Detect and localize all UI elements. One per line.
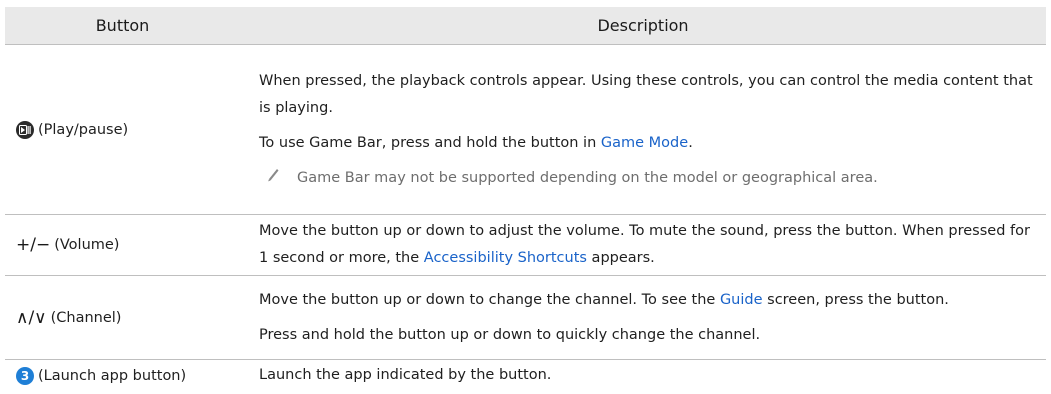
number-3-icon: 3 bbox=[16, 366, 34, 385]
description-text: Move the button up or down to change the… bbox=[259, 287, 1036, 314]
button-label: (Volume) bbox=[54, 237, 120, 253]
table-row: (Play/pause) When pressed, the playback … bbox=[5, 44, 1046, 215]
description-text: Launch the app indicated by the button. bbox=[259, 367, 552, 384]
text-segment: . bbox=[688, 134, 693, 151]
button-label: (Launch app button) bbox=[38, 367, 187, 384]
page: Button Description (Play/pause) When pre… bbox=[0, 0, 1051, 394]
table-row: 3 (Launch app button) Launch the app ind… bbox=[5, 360, 1046, 392]
header-description: Description bbox=[240, 7, 1046, 45]
pencil-icon bbox=[266, 165, 288, 192]
note: Game Bar may not be supported depending … bbox=[259, 165, 1036, 192]
table-row: ∧/∨ (Channel) Move the button up or down… bbox=[5, 275, 1046, 360]
chevron-up-down-icon: ∧/∨ bbox=[16, 307, 47, 328]
table-header-row: Button Description bbox=[5, 7, 1046, 45]
accessibility-shortcuts-link[interactable]: Accessibility Shortcuts bbox=[424, 250, 587, 266]
description-cell: Move the button up or down to adjust the… bbox=[240, 214, 1046, 276]
description-cell: Move the button up or down to change the… bbox=[240, 275, 1046, 360]
description-cell: Launch the app indicated by the button. bbox=[240, 360, 1046, 392]
header-button: Button bbox=[5, 7, 240, 45]
text-segment: To use Game Bar, press and hold the butt… bbox=[259, 134, 601, 151]
guide-link[interactable]: Guide bbox=[720, 292, 763, 308]
note-text: Game Bar may not be supported depending … bbox=[297, 169, 878, 186]
description-text: Move the button up or down to adjust the… bbox=[259, 218, 1036, 272]
game-mode-link[interactable]: Game Mode bbox=[601, 135, 688, 151]
text-segment: screen, press the button. bbox=[762, 291, 949, 308]
button-label: (Play/pause) bbox=[38, 121, 129, 138]
button-cell: ∧/∨ (Channel) bbox=[5, 275, 240, 360]
table-row: +/− (Volume) Move the button up or down … bbox=[5, 214, 1046, 276]
plus-minus-icon: +/− bbox=[16, 235, 51, 255]
button-label: (Channel) bbox=[50, 309, 122, 326]
button-cell: +/− (Volume) bbox=[5, 214, 240, 276]
remote-buttons-table: Button Description (Play/pause) When pre… bbox=[5, 7, 1046, 392]
text-segment: appears. bbox=[586, 250, 655, 266]
description-text: When pressed, the playback controls appe… bbox=[259, 72, 1033, 116]
button-cell: (Play/pause) bbox=[5, 44, 240, 215]
description-text: Press and hold the button up or down to … bbox=[259, 326, 761, 343]
play-pause-icon bbox=[16, 120, 34, 139]
text-segment: Move the button up or down to change the… bbox=[259, 291, 720, 308]
button-cell: 3 (Launch app button) bbox=[5, 360, 240, 392]
description-text: To use Game Bar, press and hold the butt… bbox=[259, 130, 1036, 157]
description-cell: When pressed, the playback controls appe… bbox=[240, 44, 1046, 215]
